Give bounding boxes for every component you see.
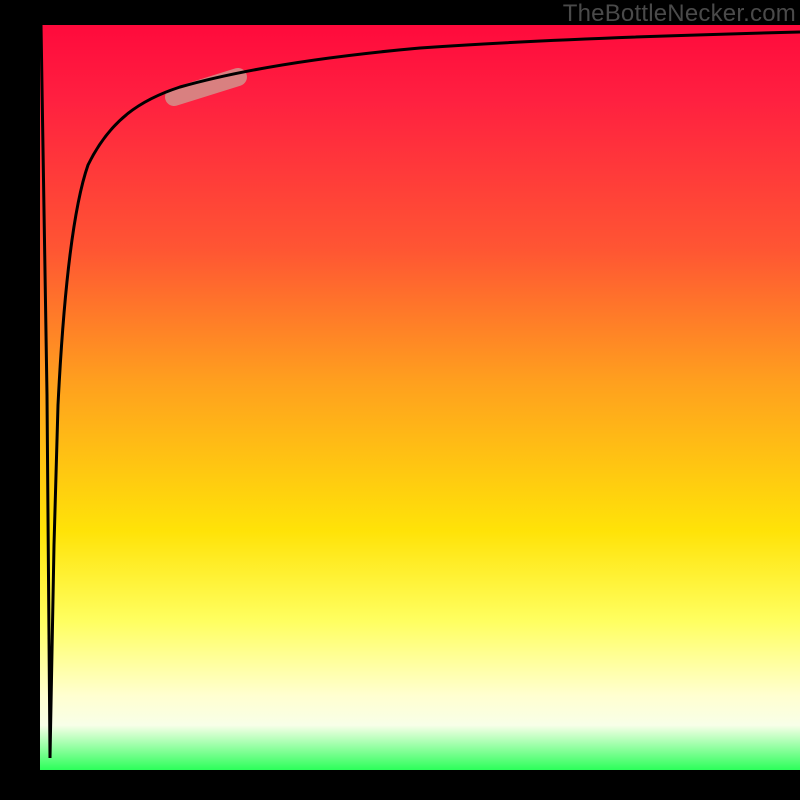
chart-frame: TheBottleNecker.com	[0, 0, 800, 800]
watermark-text: TheBottleNecker.com	[563, 0, 796, 28]
chart-svg	[40, 25, 800, 770]
main-curve	[41, 25, 800, 758]
